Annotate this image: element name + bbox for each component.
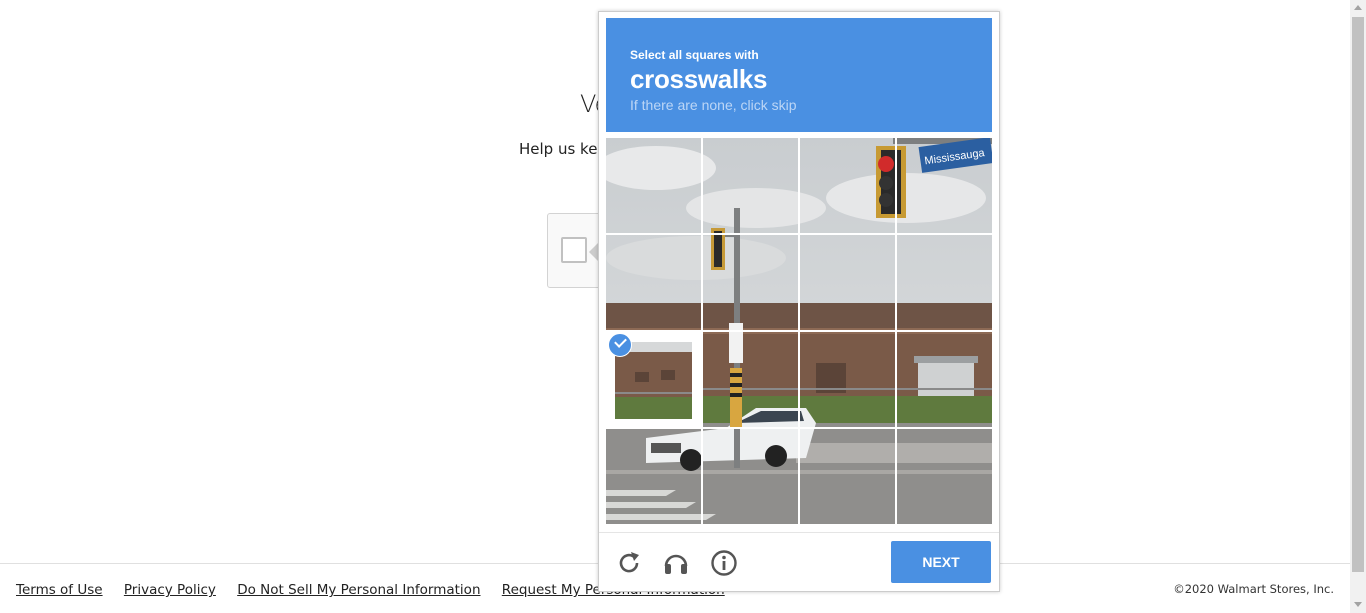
copyright: ©2020 Walmart Stores, Inc. [1173,582,1334,596]
selected-check-icon [608,333,632,357]
captcha-tile-r3c3[interactable] [800,332,895,427]
reload-icon[interactable] [615,549,643,577]
privacy-policy-link[interactable]: Privacy Policy [124,582,216,598]
captcha-tile-r3c2[interactable] [703,332,798,427]
terms-of-use-link[interactable]: Terms of Use [16,582,103,598]
captcha-footer-divider [599,532,999,533]
captcha-keyword: crosswalks [630,64,768,94]
page-subtitle: Help us kee [519,140,607,158]
captcha-tile-r1c1[interactable] [606,138,701,233]
captcha-tile-r4c3[interactable] [800,429,895,524]
captcha-hint: If there are none, click skip [630,97,797,113]
captcha-tile-r2c3[interactable] [800,235,895,330]
do-not-sell-link[interactable]: Do Not Sell My Personal Information [237,582,480,598]
next-button[interactable]: NEXT [891,541,991,583]
headphones-icon[interactable] [662,549,690,577]
captcha-tile-r1c3[interactable] [800,138,895,233]
captcha-header: Select all squares with crosswalks If th… [606,18,992,132]
captcha-tile-r2c2[interactable] [703,235,798,330]
captcha-tile-r3c4[interactable] [897,332,992,427]
captcha-tile-r2c4[interactable] [897,235,992,330]
captcha-tile-r4c4[interactable] [897,429,992,524]
captcha-challenge: Select all squares with crosswalks If th… [598,11,1000,592]
scrollbar-thumb[interactable] [1352,17,1364,572]
captcha-instruction: Select all squares with [630,48,759,62]
captcha-tile-r1c4[interactable] [897,138,992,233]
captcha-tile-r4c1[interactable] [606,429,701,524]
scroll-down-icon[interactable] [1354,602,1362,607]
captcha-tile-r1c2[interactable] [703,138,798,233]
recaptcha-checkbox[interactable] [561,237,587,263]
captcha-image-grid: Mississauga [606,138,992,524]
captcha-tile-r4c2[interactable] [703,429,798,524]
info-icon[interactable] [710,549,738,577]
captcha-tile-r2c1[interactable] [606,235,701,330]
captcha-tile-r3c1-selected[interactable] [606,332,702,428]
scroll-up-icon[interactable] [1354,5,1362,10]
